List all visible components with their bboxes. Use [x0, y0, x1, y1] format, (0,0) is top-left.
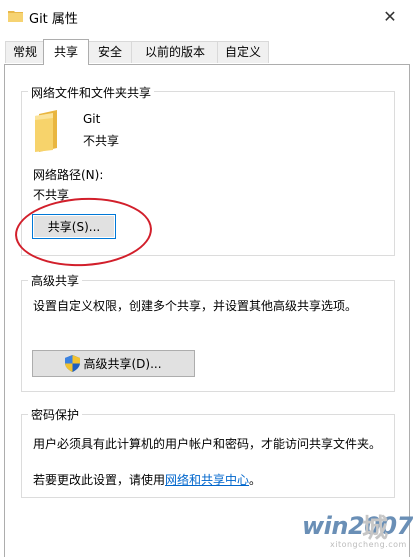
watermark-url: xitongcheng.com [330, 540, 407, 549]
window-title: Git 属性 [29, 12, 78, 27]
advanced-share-description: 设置自定义权限，创建多个共享，并设置其他高级共享选项。 [33, 299, 358, 313]
network-path-label: 网络路径(N): [33, 168, 104, 182]
tab-sharing[interactable]: 共享 [43, 39, 89, 65]
network-sharing-center-link[interactable]: 网络和共享中心 [165, 473, 249, 487]
password-protection-description: 用户必须具有此计算机的用户帐户和密码，才能访问共享文件夹。 [33, 437, 382, 451]
tab-customize[interactable]: 自定义 [217, 41, 269, 63]
password-change-text: 若要更改此设置，请使用网络和共享中心。 [33, 471, 261, 488]
folder-icon [8, 11, 23, 22]
advanced-share-button-label: 高级共享(D)... [83, 357, 162, 371]
close-icon: ✕ [383, 7, 397, 26]
uac-shield-icon [65, 355, 81, 372]
tab-strip: 常规 共享 安全 以前的版本 自定义 [0, 39, 413, 65]
password-change-suffix: 。 [249, 473, 262, 487]
title-bar: Git 属性 ✕ [0, 0, 413, 33]
network-share-group-title: 网络文件和文件夹共享 [28, 84, 155, 101]
advanced-share-button[interactable]: 高级共享(D)... [32, 350, 195, 377]
password-protection-group-title: 密码保护 [28, 406, 83, 423]
folder-name: Git [83, 112, 101, 126]
tab-general[interactable]: 常规 [5, 41, 45, 63]
password-change-prefix: 若要更改此设置，请使用 [33, 473, 166, 487]
advanced-share-group-title: 高级共享 [28, 272, 83, 289]
folder-icon [35, 110, 57, 152]
watermark-text: win2007 [302, 512, 413, 540]
tab-security[interactable]: 安全 [87, 41, 133, 63]
tab-previous-versions[interactable]: 以前的版本 [131, 41, 219, 63]
folder-share-status: 不共享 [83, 134, 120, 148]
close-button[interactable]: ✕ [367, 0, 413, 33]
